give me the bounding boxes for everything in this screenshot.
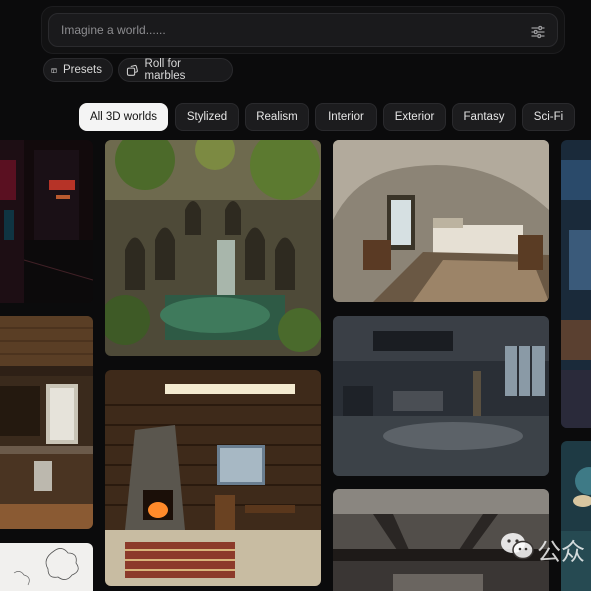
world-card-cave-bedroom[interactable]: [333, 140, 549, 302]
dice-icon: [126, 64, 138, 76]
world-card-abandoned-room[interactable]: [333, 316, 549, 476]
roll-label: Roll for marbles: [144, 58, 186, 82]
watermark-text: 公众: [537, 538, 585, 566]
prompt-container: [41, 6, 565, 54]
world-card-teal-fantasy[interactable]: [561, 441, 591, 591]
filter-exterior[interactable]: Exterior: [383, 103, 446, 131]
wechat-watermark: 公众: [497, 528, 591, 566]
prompt-input[interactable]: [61, 14, 501, 46]
filter-fantasy[interactable]: Fantasy: [452, 103, 516, 131]
world-card-wooden-kitchen[interactable]: [0, 316, 93, 529]
world-card-blue-room[interactable]: [561, 140, 591, 428]
world-card-neon-city[interactable]: [0, 140, 93, 303]
presets-label: Presets: [63, 64, 102, 76]
sliders-icon[interactable]: [529, 23, 547, 41]
world-card-overgrown-ruins[interactable]: [105, 140, 321, 356]
filter-sci-fi[interactable]: Sci-Fi: [522, 103, 575, 131]
filter-stylized[interactable]: Stylized: [175, 103, 239, 131]
filter-all-3d-worlds[interactable]: All 3D worlds: [79, 103, 168, 131]
presets-icon: [51, 67, 57, 73]
prompt-box[interactable]: [48, 13, 558, 47]
world-card-log-cabin[interactable]: [105, 370, 321, 586]
roll-for-marbles-button[interactable]: Roll for marbles: [118, 58, 233, 82]
wechat-icon: [501, 533, 534, 560]
presets-button[interactable]: Presets: [43, 58, 113, 82]
world-card-white-sketch[interactable]: [0, 543, 93, 591]
filter-interior[interactable]: Interior: [315, 103, 377, 131]
filter-realism[interactable]: Realism: [245, 103, 309, 131]
